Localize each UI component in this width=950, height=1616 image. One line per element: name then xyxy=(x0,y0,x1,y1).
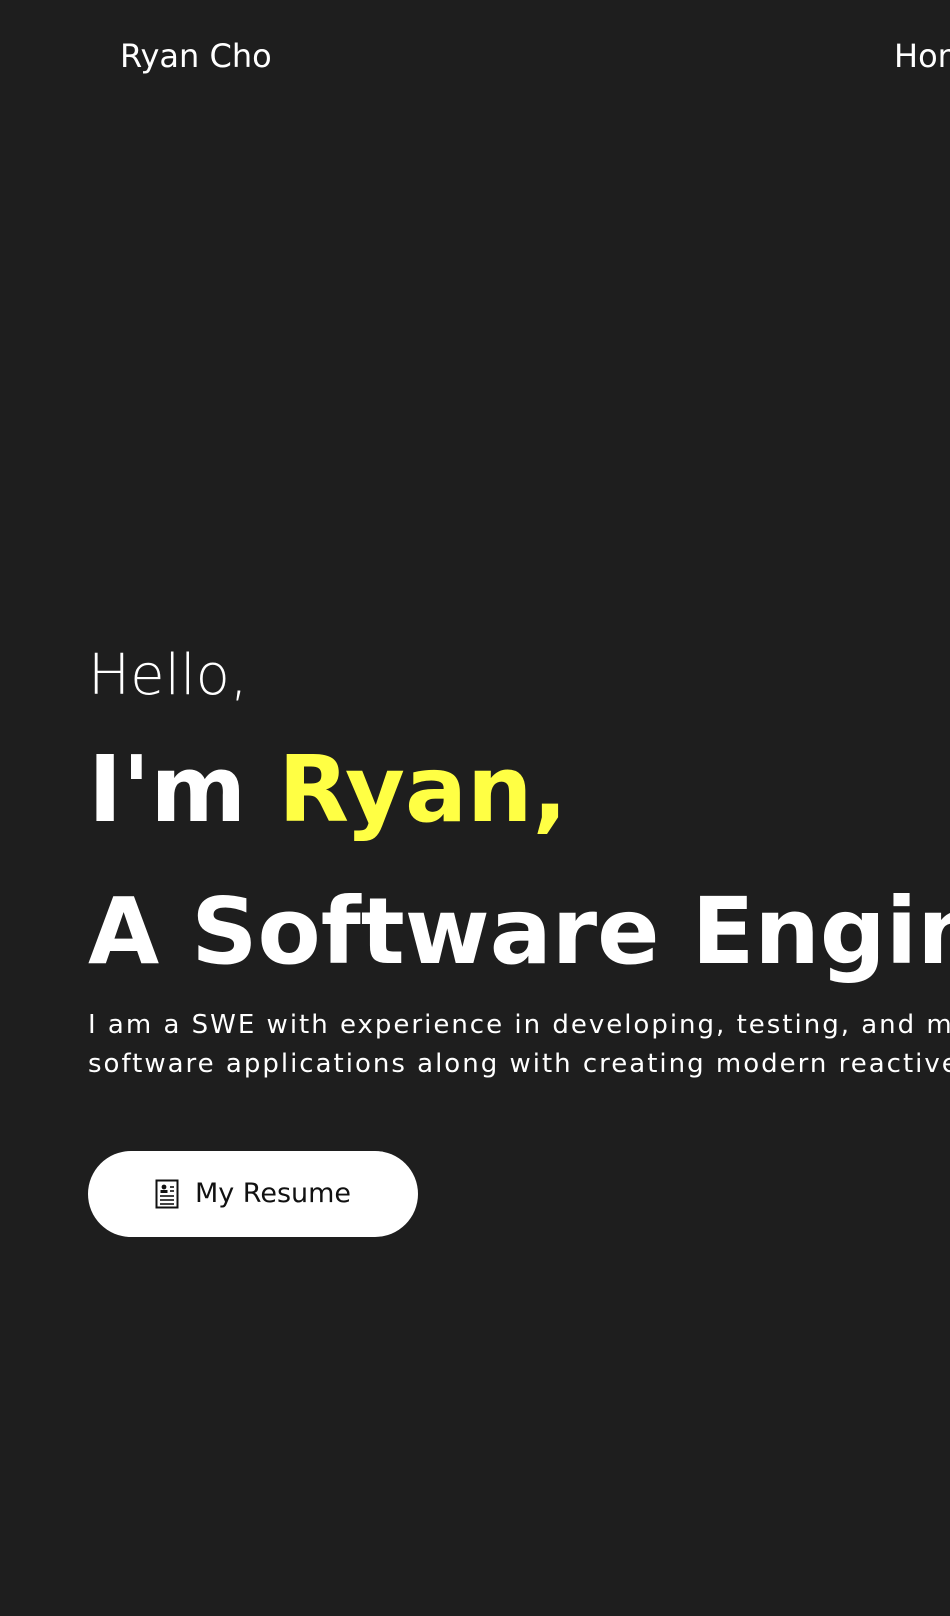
hero-intro: I'm Ryan, xyxy=(88,738,568,842)
bio-line: I am a SWE with experience in developing… xyxy=(88,1010,950,1040)
intro-prefix: I'm xyxy=(88,736,279,843)
hero-greeting: Hello, xyxy=(88,643,248,708)
hero-section: Hello, I'm Ryan, A Software Engineer I a… xyxy=(0,0,950,1616)
resume-icon xyxy=(155,1179,179,1209)
resume-button-label: My Resume xyxy=(194,1178,352,1209)
hero-name: Ryan, xyxy=(278,736,568,843)
resume-button[interactable]: My Resume xyxy=(88,1151,418,1237)
bio-line: software applications along with creatin… xyxy=(88,1049,950,1079)
hero-role: A Software Engineer xyxy=(88,878,950,985)
hero-bio: I am a SWE with experience in developing… xyxy=(88,1006,950,1084)
